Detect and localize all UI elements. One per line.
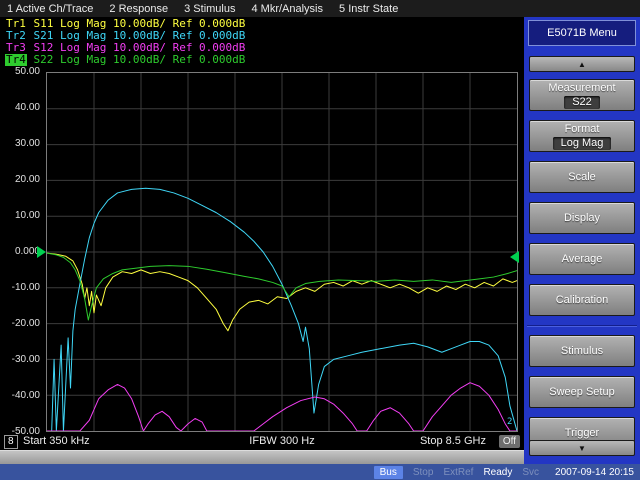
softkey-sidebar: E5071B Menu ▲ MeasurementS22 FormatLog Ma… (524, 17, 640, 464)
softkey-stimulus[interactable]: Stimulus (529, 335, 635, 367)
trace-legend: Tr1 S11 Log Mag 10.00dB/ Ref 0.000dBTr2 … (5, 18, 245, 66)
softkey-sweep-setup[interactable]: Sweep Setup (529, 376, 635, 408)
menu-item-3[interactable]: 3 Stimulus (184, 3, 235, 15)
status-svc: Svc (522, 467, 539, 478)
status-extref: ExtRef (443, 467, 473, 478)
softkey-label: Calibration (556, 294, 609, 307)
scroll-up-button[interactable]: ▲ (529, 56, 635, 72)
softkey-display[interactable]: Display (529, 202, 635, 234)
softkey-value: Log Mag (553, 137, 612, 150)
y-axis-label: 50.00 (15, 66, 40, 77)
scroll-up-icon: ▲ (578, 60, 586, 69)
y-axis-label: -30.00 (12, 354, 40, 365)
softkey-calibration[interactable]: Calibration (529, 284, 635, 316)
y-axis-label: -40.00 (12, 390, 40, 401)
scroll-down-button[interactable]: ▼ (529, 440, 635, 456)
softkey-measurement[interactable]: MeasurementS22 (529, 79, 635, 111)
menu-bar: 1 Active Ch/Trace 2 Response 3 Stimulus 4 M… (0, 0, 640, 17)
y-axis-label: 40.00 (15, 102, 40, 113)
y-axis-label: 10.00 (15, 210, 40, 221)
y-axis-label: 20.00 (15, 174, 40, 185)
softkey-scale[interactable]: Scale (529, 161, 635, 193)
averaging-off-badge: Off (499, 435, 520, 448)
stop-frequency-label: Stop 8.5 GHz (420, 435, 486, 447)
y-axis-label: -20.00 (12, 318, 40, 329)
menu-item-5[interactable]: 5 Instr State (339, 3, 398, 15)
trace2-offscreen-indicator: 2 (507, 417, 512, 427)
softkey-label: Measurement (548, 82, 615, 95)
stimulus-info-row: 8 Start 350 kHz IFBW 300 Hz Stop 8.5 GHz… (0, 434, 524, 450)
status-ready: Ready (483, 467, 512, 478)
status-bus: Bus (374, 466, 403, 479)
menu-item-1[interactable]: 1 Active Ch/Trace (7, 3, 93, 15)
taskbar-strip (0, 450, 524, 464)
channel-indicator: 8 (4, 435, 18, 449)
softkey-menu: MeasurementS22 FormatLog Mag Scale Display A… (524, 79, 640, 449)
trace-settings-label: S22 Log Mag 10.00dB/ Ref 0.000dB (27, 53, 246, 66)
softkey-label: Display (564, 212, 600, 225)
status-bar: Bus Stop ExtRef Ready Svc 2007-09-14 20:15 (0, 464, 640, 480)
status-stop: Stop (413, 467, 434, 478)
menu-item-2[interactable]: 2 Response (109, 3, 168, 15)
softkey-label: Format (565, 123, 600, 136)
softkey-label: Scale (568, 171, 596, 184)
status-indicators: Bus Stop ExtRef Ready Svc (374, 466, 539, 479)
menu-group-divider (527, 325, 637, 327)
y-axis-label: 30.00 (15, 138, 40, 149)
trace-id-label: Tr4 (5, 54, 27, 66)
y-axis-label: -10.00 (12, 282, 40, 293)
ref-level-marker-left (37, 246, 46, 258)
softkey-average[interactable]: Average (529, 243, 635, 275)
softkey-format[interactable]: FormatLog Mag (529, 120, 635, 152)
screen: { "menu_bar": { "items": ["1 Active Ch/T… (0, 0, 640, 480)
graph-area (46, 72, 518, 432)
softkey-label: Stimulus (561, 345, 603, 358)
softkey-label: Sweep Setup (549, 386, 614, 399)
trace-legend-row-tr4[interactable]: Tr4 S22 Log Mag 10.00dB/ Ref 0.000dB (5, 54, 245, 66)
ref-level-marker-right (510, 251, 519, 263)
softkey-label: Average (562, 253, 603, 266)
softkey-menu-title: E5071B Menu (528, 20, 636, 46)
softkey-label: Trigger (565, 427, 599, 440)
scroll-down-icon: ▼ (578, 444, 586, 453)
menu-item-4[interactable]: 4 Mkr/Analysis (251, 3, 323, 15)
softkey-value: S22 (564, 96, 600, 109)
plot-canvas (47, 73, 517, 431)
datetime-label: 2007-09-14 20:15 (555, 467, 634, 478)
y-axis-labels: 50.0040.0030.0020.0010.000.000-10.00-20.… (0, 0, 43, 480)
